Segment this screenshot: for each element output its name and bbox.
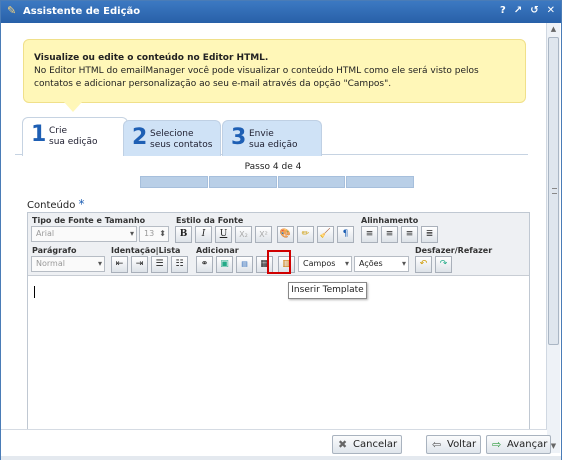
arrow-left-icon: ⇦ [432,438,442,451]
progress-segment [277,176,346,188]
align-left-icon[interactable]: ≡ [361,226,378,243]
bold-button[interactable]: B [175,226,192,243]
pilcrow-button[interactable]: ¶ [337,226,354,243]
actions-select[interactable]: Ações ▾ [354,256,409,272]
tab-label: Selecione seus contatos [150,129,213,150]
fields-select[interactable]: Campos ▾ [298,256,352,272]
subscript-button[interactable]: X₂ [235,226,252,243]
html-editor: Tipo de Fonte e Tamanho Arial ▾ 13 ⬍ Estil… [27,212,530,433]
tab-step-2[interactable]: 2 Selecione seus contatos [123,120,221,156]
tab-step-3[interactable]: 3 Envie sua edição [222,120,322,156]
paragraph-select[interactable]: Normal ▾ [31,256,105,272]
info-callout: Visualize ou edite o conteúdo no Editor … [23,39,526,112]
step-number: 3 [231,125,247,150]
undo-group-label: Desfazer/Refazer [415,246,493,255]
numbered-list-icon[interactable]: ☷ [171,256,188,273]
tab-step-1[interactable]: 1 Crie sua edição [22,117,128,156]
html-icon[interactable]: ▤ [236,256,253,273]
font-group-label: Tipo de Fonte e Tamanho [32,216,146,225]
chevron-down-icon: ▾ [401,259,406,268]
align-justify-icon[interactable]: ≣ [421,226,438,243]
tab-label: Crie sua edição [49,126,98,147]
back-button[interactable]: ⇦ Voltar [426,435,481,454]
step-indicator: Passo 4 de 4 [244,162,302,172]
bullet-list-icon[interactable]: ☰ [151,256,168,273]
vertical-scrollbar[interactable]: ▲ ▼ [546,23,560,453]
progress-segment [208,176,277,188]
cancel-button[interactable]: ✖ Cancelar [332,435,402,454]
font-size-select[interactable]: 13 ⬍ [139,226,169,242]
detach-icon[interactable]: ↗ [514,5,522,16]
chevron-down-icon: ▾ [344,259,349,268]
editing-wizard-window: ✎ Assistente de Edição ? ↗ ↺ ✕ ▲ ▼ Visua… [0,0,562,460]
align-center-icon[interactable]: ≡ [381,226,398,243]
pencil-icon: ✎ [7,4,17,17]
close-icon[interactable]: ✕ [547,5,555,16]
text-color-icon[interactable]: 🎨 [277,226,294,243]
align-right-icon[interactable]: ≡ [401,226,418,243]
progress-segment [140,176,208,188]
refresh-icon[interactable]: ↺ [530,5,538,16]
insert-template-tooltip: Inserir Template [288,282,367,299]
style-group-label: Estilo da Fonte [176,216,244,225]
chevron-down-icon: ▾ [97,259,102,268]
progress-segment [346,176,414,188]
outdent-icon[interactable]: ⇤ [111,256,128,273]
help-icon[interactable]: ? [500,5,506,16]
wizard-footer: ✖ Cancelar ⇦ Voltar ⇨ Avançar [1,429,551,457]
font-family-select[interactable]: Arial ▾ [31,226,137,242]
paragraph-group-label: Parágrafo [32,246,77,255]
indent-icon[interactable]: ⇥ [131,256,148,273]
highlight-box [267,250,291,274]
add-group-label: Adicionar [196,246,239,255]
highlight-icon[interactable]: ✏ [297,226,314,243]
chevron-down-icon: ▾ [129,229,134,238]
content-label: Conteúdo * [27,197,85,211]
spinner-icon: ⬍ [159,229,166,238]
clear-format-icon[interactable]: 🧹 [317,226,334,243]
step-number: 2 [132,125,148,150]
align-group-label: Alinhamento [361,216,419,225]
link-icon[interactable]: ⚭ [196,256,213,273]
window-title: Assistente de Edição [23,6,141,17]
italic-button[interactable]: I [195,226,212,243]
superscript-button[interactable]: X² [255,226,272,243]
info-title: Visualize ou edite o conteúdo no Editor … [34,53,269,63]
indent-group-label: Identação|Lista [111,246,181,255]
step-tabs: 1 Crie sua edição 2 Selecione seus contato… [15,117,528,156]
scroll-thumb[interactable] [548,37,559,345]
tab-label: Envie sua edição [249,129,298,150]
redo-icon[interactable]: ↷ [435,256,452,273]
underline-button[interactable]: U [215,226,232,243]
status-bar [1,456,561,460]
arrow-right-icon: ⇨ [492,438,502,451]
step-progress-bar [140,176,414,188]
step-number: 1 [31,122,47,147]
next-button[interactable]: ⇨ Avançar [486,435,551,454]
scroll-up-icon[interactable]: ▲ [547,23,560,36]
title-bar: ✎ Assistente de Edição ? ↗ ↺ ✕ [1,1,561,23]
close-icon: ✖ [338,438,348,451]
image-icon[interactable]: ▣ [216,256,233,273]
required-mark: * [78,197,85,211]
text-cursor [34,286,35,298]
undo-icon[interactable]: ↶ [415,256,432,273]
info-text: No Editor HTML do emailManager você pode… [34,66,479,89]
